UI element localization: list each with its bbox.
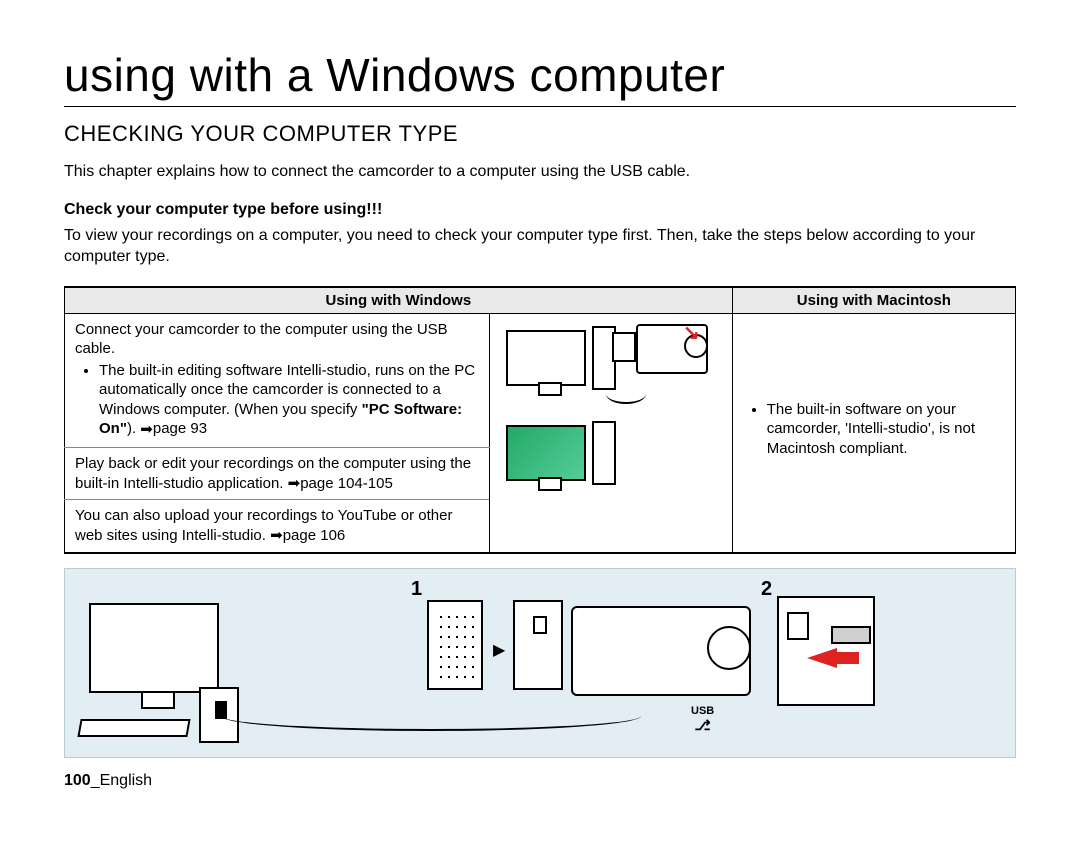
- row1-pageref: page 93: [153, 420, 207, 437]
- pageref-arrow-icon: ➡: [270, 526, 283, 546]
- intro-text: This chapter explains how to connect the…: [64, 161, 1016, 183]
- row1-intro: Connect your camcorder to the computer u…: [75, 321, 448, 358]
- camcorder-large-icon: [571, 606, 751, 696]
- connection-diagram: 1 ▶ 2 USB ⎇: [64, 568, 1016, 758]
- usb-label-text: USB: [691, 705, 714, 717]
- row2-text: Play back or edit your recordings on the…: [75, 455, 471, 492]
- monitor-icon: [89, 603, 219, 693]
- illustration-camcorder-to-pc: ↘: [496, 320, 726, 410]
- footer-lang: _English: [91, 772, 152, 789]
- macintosh-cell: The built-in software on your camcorder,…: [732, 313, 1015, 552]
- mac-bullet: The built-in software on your camcorder,…: [767, 400, 1005, 459]
- windows-row1: Connect your camcorder to the computer u…: [65, 313, 490, 447]
- section-title: CHECKING YOUR COMPUTER TYPE: [64, 121, 1016, 147]
- monitor-icon: [506, 330, 586, 386]
- chevron-right-icon: ▶: [493, 640, 505, 660]
- illustration-playback-pc: [496, 415, 726, 515]
- col-header-windows: Using with Windows: [65, 287, 733, 314]
- windows-illustration-cell: ↘: [489, 313, 732, 552]
- windows-row2: Play back or edit your recordings on the…: [65, 448, 490, 500]
- usb-cable-icon: [221, 701, 641, 731]
- col-header-macintosh: Using with Macintosh: [732, 287, 1015, 314]
- check-heading: Check your computer type before using!!!: [64, 201, 1016, 219]
- keyboard-icon: [77, 719, 190, 737]
- monitor-playback-icon: [506, 425, 586, 481]
- usb-symbol-icon: ⎇: [695, 717, 711, 733]
- red-arrow-icon: ↘: [683, 320, 700, 346]
- row1-bullet-post: ).: [127, 420, 140, 437]
- page-footer: 100_English: [64, 772, 1016, 790]
- camcorder-panel-open-icon: [513, 600, 563, 690]
- red-arrow-icon: [807, 648, 837, 668]
- check-body: To view your recordings on a computer, y…: [64, 225, 1016, 268]
- row3-pageref: page 106: [283, 527, 346, 544]
- usb-port-closeup-icon: [777, 596, 875, 706]
- camcorder-panel-closed-icon: [427, 600, 483, 690]
- usb-plug-icon: [831, 626, 871, 644]
- row3-text: You can also upload your recordings to Y…: [75, 507, 453, 544]
- row2-pageref: page 104-105: [300, 475, 393, 492]
- page-title: using with a Windows computer: [64, 48, 1016, 107]
- camcorder-icon: ↘: [636, 324, 708, 374]
- os-table: Using with Windows Using with Macintosh …: [64, 286, 1016, 554]
- usb-cable-icon: [606, 384, 646, 404]
- row1-bullet: The built-in editing software Intelli-st…: [99, 361, 479, 439]
- pageref-arrow-icon: ➡: [140, 420, 153, 440]
- step-number-2: 2: [761, 578, 772, 601]
- pc-tower-icon: [592, 421, 616, 485]
- pageref-arrow-icon: ➡: [288, 474, 301, 494]
- windows-row3: You can also upload your recordings to Y…: [65, 500, 490, 553]
- page-number: 100: [64, 772, 91, 789]
- usb-label: USB ⎇: [691, 705, 714, 734]
- step-number-1: 1: [411, 578, 422, 601]
